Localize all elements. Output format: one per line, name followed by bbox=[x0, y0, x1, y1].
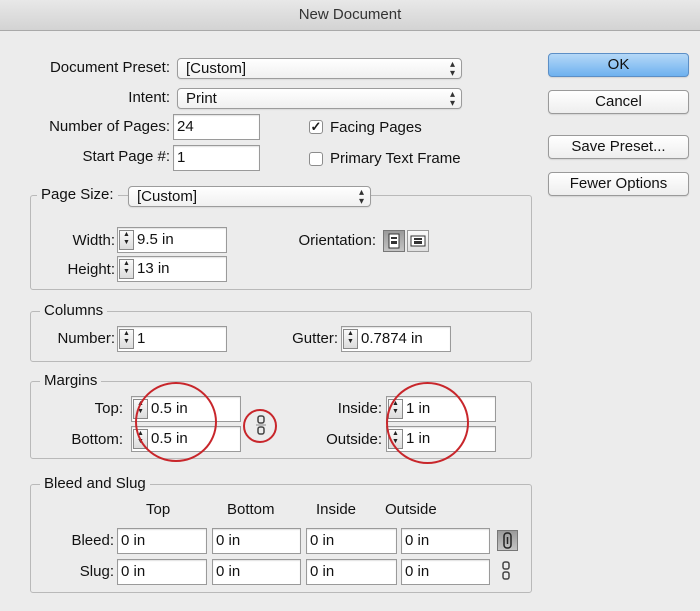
number-of-pages-label: Number of Pages: bbox=[49, 118, 170, 135]
page-size-select[interactable]: [Custom] ▴ ▾ bbox=[128, 186, 371, 207]
gutter-label: Gutter: bbox=[292, 330, 338, 347]
slug-outside-input[interactable]: 0 in bbox=[401, 559, 490, 585]
bleed-bottom-input[interactable]: 0 in bbox=[212, 528, 301, 554]
gutter-value: 0.7874 in bbox=[361, 330, 423, 347]
document-preset-label: Document Preset: bbox=[49, 59, 170, 76]
margin-outside-label: Outside: bbox=[326, 431, 382, 448]
intent-value: Print bbox=[186, 90, 217, 107]
page-size-legend: Page Size: bbox=[37, 186, 118, 203]
bleed-slug-legend: Bleed and Slug bbox=[40, 475, 150, 492]
col-header-inside: Inside bbox=[316, 501, 357, 518]
number-of-pages-input[interactable]: 24 bbox=[173, 114, 260, 140]
height-input[interactable]: ▲ ▼ 13 in bbox=[117, 256, 227, 282]
chain-link-icon bbox=[503, 532, 512, 549]
landscape-orientation-button[interactable] bbox=[407, 230, 429, 252]
stepper-icon[interactable]: ▲ ▼ bbox=[119, 329, 134, 349]
columns-legend: Columns bbox=[40, 302, 108, 319]
margin-inside-label: Inside: bbox=[337, 400, 382, 417]
stepper-icon[interactable]: ▲ ▼ bbox=[119, 259, 134, 279]
portrait-page-icon bbox=[388, 233, 400, 249]
facing-pages-label: Facing Pages bbox=[330, 119, 422, 136]
slug-inside-input[interactable]: 0 in bbox=[306, 559, 397, 585]
columns-number-label: Number: bbox=[57, 330, 115, 347]
width-label: Width: bbox=[72, 232, 115, 249]
start-page-input[interactable]: 1 bbox=[173, 145, 260, 171]
window-title-bar: New Document bbox=[0, 0, 700, 31]
landscape-page-icon bbox=[410, 235, 426, 247]
portrait-orientation-button[interactable] bbox=[383, 230, 405, 252]
width-value: 9.5 in bbox=[137, 231, 174, 248]
broken-chain-icon bbox=[502, 561, 510, 580]
width-input[interactable]: ▲ ▼ 9.5 in bbox=[117, 227, 227, 253]
intent-select[interactable]: Print ▴ ▾ bbox=[177, 88, 462, 109]
window-title: New Document bbox=[298, 6, 402, 23]
bleed-link-button[interactable] bbox=[497, 530, 518, 551]
height-label: Height: bbox=[67, 261, 115, 278]
checkmark-icon: ✓ bbox=[310, 119, 322, 134]
document-preset-value: [Custom] bbox=[186, 60, 247, 77]
bleed-top-input[interactable]: 0 in bbox=[117, 528, 207, 554]
chevron-up-down-icon: ▴ ▾ bbox=[449, 89, 455, 109]
columns-number-value: 1 bbox=[137, 330, 146, 347]
intent-label: Intent: bbox=[128, 89, 170, 106]
stepper-icon[interactable]: ▲ ▼ bbox=[119, 230, 134, 250]
facing-pages-checkbox[interactable]: ✓ bbox=[309, 120, 323, 134]
col-header-outside: Outside bbox=[385, 501, 437, 518]
slug-top-input[interactable]: 0 in bbox=[117, 559, 207, 585]
margin-bottom-label: Bottom: bbox=[71, 431, 123, 448]
bleed-outside-input[interactable]: 0 in bbox=[401, 528, 490, 554]
cancel-button[interactable]: Cancel bbox=[548, 90, 689, 114]
fewer-options-button[interactable]: Fewer Options bbox=[548, 172, 689, 196]
margins-legend: Margins bbox=[40, 372, 102, 389]
primary-text-frame-label: Primary Text Frame bbox=[330, 150, 461, 167]
col-header-bottom: Bottom bbox=[227, 501, 275, 518]
slug-link-button[interactable] bbox=[497, 561, 518, 582]
annotation-circle-top-bottom bbox=[135, 382, 217, 462]
gutter-input[interactable]: ▲ ▼ 0.7874 in bbox=[341, 326, 451, 352]
height-value: 13 in bbox=[137, 260, 170, 277]
annotation-circle-link bbox=[243, 409, 277, 443]
bleed-inside-input[interactable]: 0 in bbox=[306, 528, 397, 554]
start-page-label: Start Page #: bbox=[82, 148, 170, 165]
primary-text-frame-checkbox[interactable] bbox=[309, 152, 323, 166]
ok-button[interactable]: OK bbox=[548, 53, 689, 77]
document-preset-select[interactable]: [Custom] ▴ ▾ bbox=[177, 58, 462, 79]
save-preset-button[interactable]: Save Preset... bbox=[548, 135, 689, 159]
slug-label: Slug: bbox=[79, 563, 114, 580]
annotation-circle-inside-outside bbox=[386, 382, 469, 464]
page-size-value: [Custom] bbox=[137, 188, 198, 205]
chevron-up-down-icon: ▴ ▾ bbox=[358, 187, 364, 207]
chevron-up-down-icon: ▴ ▾ bbox=[449, 59, 455, 79]
col-header-top: Top bbox=[146, 501, 171, 518]
margin-top-label: Top: bbox=[94, 400, 123, 417]
slug-bottom-input[interactable]: 0 in bbox=[212, 559, 301, 585]
columns-number-input[interactable]: ▲ ▼ 1 bbox=[117, 326, 227, 352]
orientation-label: Orientation: bbox=[298, 232, 376, 249]
bleed-label: Bleed: bbox=[71, 532, 114, 549]
stepper-icon[interactable]: ▲ ▼ bbox=[343, 329, 358, 349]
